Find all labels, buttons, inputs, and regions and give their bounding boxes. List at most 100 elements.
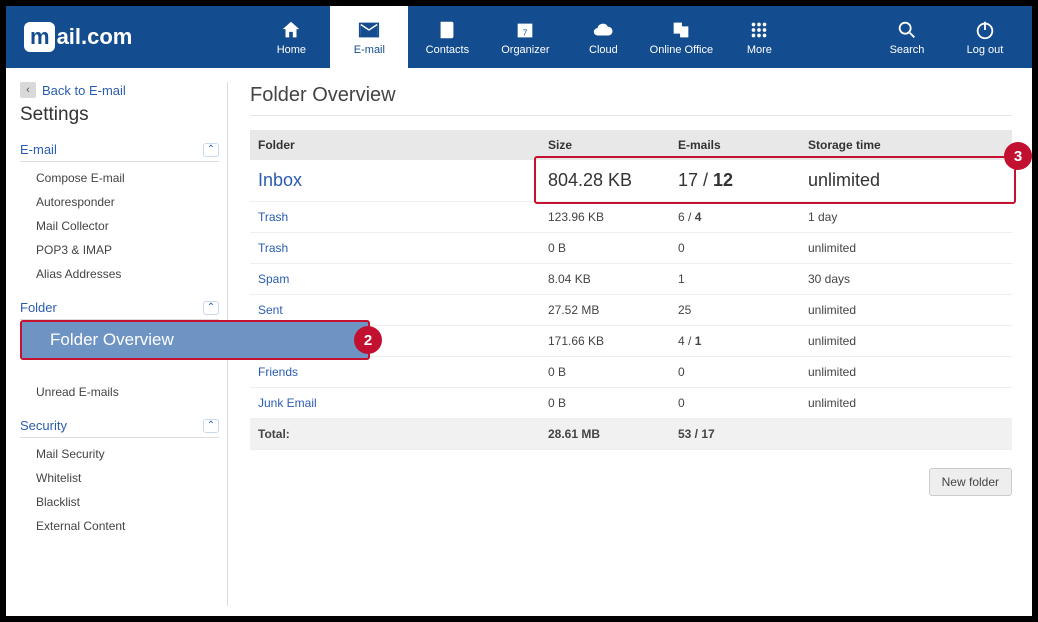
storage-cell: unlimited: [800, 295, 1012, 326]
folder-name-cell[interactable]: Trash: [250, 202, 540, 233]
size-cell: 0 B: [540, 357, 670, 388]
contacts-icon: [436, 19, 458, 41]
col-folder: Folder: [250, 130, 540, 160]
folder-name-cell[interactable]: Junk Email: [250, 388, 540, 419]
emails-cell: 6 / 4: [670, 202, 800, 233]
total-size: 28.61 MB: [540, 419, 670, 450]
sidebar-item-compose-e-mail[interactable]: Compose E-mail: [20, 166, 219, 190]
emails-cell: 1: [670, 264, 800, 295]
nav-home[interactable]: Home: [252, 6, 330, 68]
storage-cell: unlimited: [800, 357, 1012, 388]
logout-icon: [974, 19, 996, 41]
size-cell: 171.66 KB: [540, 326, 670, 357]
size-cell: 804.28 KB: [540, 160, 670, 202]
storage-cell: 1 day: [800, 202, 1012, 233]
home-icon: [280, 19, 302, 41]
sidebar-section-folder[interactable]: Folder ⌃: [20, 296, 219, 320]
sidebar-item-alias-addresses[interactable]: Alias Addresses: [20, 262, 219, 286]
storage-cell: unlimited: [800, 326, 1012, 357]
sidebar-item-blacklist[interactable]: Blacklist: [20, 490, 219, 514]
folder-table: Folder Size E-mails Storage time Inbox80…: [250, 130, 1012, 450]
cloud-icon: [592, 19, 614, 41]
nav-label: More: [747, 44, 772, 56]
settings-title: Settings: [20, 104, 219, 126]
page-title: Folder Overview: [250, 84, 1012, 116]
size-cell: 8.04 KB: [540, 264, 670, 295]
back-to-email-link[interactable]: ‹ Back to E-mail: [20, 82, 219, 98]
nav-label: Online Office: [650, 44, 713, 56]
sidebar: ‹ Back to E-mail Settings E-mail ⌃ Compo…: [20, 82, 228, 606]
storage-cell: 30 days: [800, 264, 1012, 295]
search-icon: [896, 19, 918, 41]
folder-name-cell[interactable]: Inbox: [250, 160, 540, 202]
folder-name-cell[interactable]: Friends: [250, 357, 540, 388]
col-storage: Storage time: [800, 130, 1012, 160]
table-row-total: Total:28.61 MB53 / 17: [250, 419, 1012, 450]
col-emails: E-mails: [670, 130, 800, 160]
emails-cell: 0: [670, 388, 800, 419]
sidebar-item-autoresponder[interactable]: Autoresponder: [20, 190, 219, 214]
sidebar-section-security[interactable]: Security ⌃: [20, 414, 219, 438]
folder-name-cell[interactable]: Spam: [250, 264, 540, 295]
emails-cell: 25: [670, 295, 800, 326]
more-icon: [748, 19, 770, 41]
collapse-icon: ⌃: [203, 419, 219, 433]
size-cell: 27.52 MB: [540, 295, 670, 326]
storage-cell: unlimited: [800, 160, 1012, 202]
callout-badge-3: 3: [1004, 142, 1032, 170]
nav-organizer[interactable]: 7 Organizer: [486, 6, 564, 68]
table-row: Trash123.96 KB6 / 41 day: [250, 202, 1012, 233]
new-folder-button[interactable]: New folder: [929, 468, 1012, 496]
storage-cell: unlimited: [800, 233, 1012, 264]
nav-logout[interactable]: Log out: [946, 6, 1024, 68]
top-nav: m ail.com Home E-mail Contacts 7 Organizer Cl…: [6, 6, 1032, 68]
nav-cloud[interactable]: Cloud: [564, 6, 642, 68]
nav-label: Search: [890, 44, 925, 56]
email-icon: [358, 19, 380, 41]
size-cell: 0 B: [540, 388, 670, 419]
nav-label: Contacts: [426, 44, 469, 56]
folder-name-cell[interactable]: Trash: [250, 233, 540, 264]
nav-search[interactable]: Search: [868, 6, 946, 68]
emails-cell: 0: [670, 357, 800, 388]
nav-label: Log out: [967, 44, 1004, 56]
sidebar-item-external-content[interactable]: External Content: [20, 514, 219, 538]
storage-cell: unlimited: [800, 388, 1012, 419]
sidebar-item-mail-security[interactable]: Mail Security: [20, 442, 219, 466]
nav-more[interactable]: More: [720, 6, 798, 68]
table-row: Spam8.04 KB130 days: [250, 264, 1012, 295]
nav-label: Organizer: [501, 44, 549, 56]
nav-label: Home: [277, 44, 306, 56]
sidebar-item-pop3-imap[interactable]: POP3 & IMAP: [20, 238, 219, 262]
table-row: Trash0 B0unlimited: [250, 233, 1012, 264]
sidebar-item-mail-collector[interactable]: Mail Collector: [20, 214, 219, 238]
logo-mark: m: [24, 22, 55, 52]
collapse-icon: ⌃: [203, 301, 219, 315]
emails-cell: 17 / 12: [670, 160, 800, 202]
nav-label: Cloud: [589, 44, 618, 56]
svg-text:7: 7: [523, 28, 528, 37]
emails-cell: 0: [670, 233, 800, 264]
col-size: Size: [540, 130, 670, 160]
sidebar-section-email[interactable]: E-mail ⌃: [20, 138, 219, 162]
sidebar-item-unread-e-mails[interactable]: Unread E-mails: [20, 380, 219, 404]
back-label: Back to E-mail: [42, 83, 126, 98]
sidebar-item-folder-overview[interactable]: Folder Overview 2: [20, 320, 370, 360]
total-label: Total:: [250, 419, 540, 450]
table-row: Junk Email0 B0unlimited: [250, 388, 1012, 419]
size-cell: 0 B: [540, 233, 670, 264]
table-row: Inbox804.28 KB17 / 12unlimited: [250, 160, 1012, 202]
nav-email[interactable]: E-mail: [330, 6, 408, 68]
emails-cell: 4 / 1: [670, 326, 800, 357]
organizer-icon: 7: [514, 19, 536, 41]
nav-label: E-mail: [354, 44, 385, 56]
chevron-left-icon: ‹: [20, 82, 36, 98]
office-icon: [670, 19, 692, 41]
collapse-icon: ⌃: [203, 143, 219, 157]
logo[interactable]: m ail.com: [14, 6, 142, 68]
nav-contacts[interactable]: Contacts: [408, 6, 486, 68]
size-cell: 123.96 KB: [540, 202, 670, 233]
nav-office[interactable]: Online Office: [642, 6, 720, 68]
sidebar-item-whitelist[interactable]: Whitelist: [20, 466, 219, 490]
logo-text: ail.com: [57, 24, 133, 50]
